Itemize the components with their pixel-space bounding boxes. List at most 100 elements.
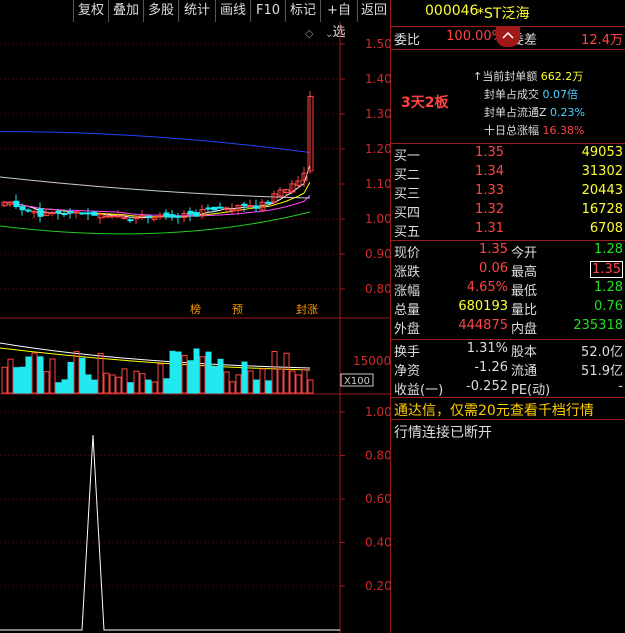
- candle-body: [67, 210, 74, 214]
- fund-value: 51.9亿: [581, 364, 623, 379]
- quote-value: 235318: [573, 318, 623, 333]
- volume-bar: [139, 373, 146, 394]
- candle-body: [163, 212, 170, 218]
- add-watchlist-button[interactable]: +自选: [320, 0, 357, 40]
- event-marker[interactable]: 封涨: [296, 302, 318, 316]
- volume-bar: [241, 361, 248, 394]
- quote-label: 总量: [394, 303, 421, 318]
- draw-line-button[interactable]: 画线: [215, 0, 250, 22]
- weicha-value: 12.4万: [581, 33, 623, 48]
- price-tick-label: 1.30: [365, 107, 390, 121]
- volume-bar: [73, 351, 80, 394]
- chevron-down-icon[interactable]: ⌄: [325, 29, 333, 40]
- ad-banner[interactable]: 通达信，仅需20元查看千档行情: [394, 400, 594, 420]
- fund-label: 流通: [511, 364, 538, 379]
- volume-bar: [121, 368, 128, 394]
- bid-row[interactable]: 买五 1.31 6708: [391, 221, 625, 241]
- volume-bar: [145, 379, 152, 394]
- volume-bar: [133, 370, 140, 394]
- back-button[interactable]: 返回: [357, 0, 390, 22]
- event-marker[interactable]: 预: [232, 303, 243, 316]
- candle-body: [139, 214, 146, 217]
- bid-volume: 31302: [581, 164, 623, 179]
- statistics-button[interactable]: 统计: [178, 0, 215, 22]
- ma-line: [0, 176, 311, 199]
- bid-price: 1.34: [475, 164, 504, 179]
- weibi-label: 委比: [394, 33, 421, 48]
- candle-body: [133, 217, 140, 220]
- stock-code: 000046: [425, 3, 479, 19]
- bid-row[interactable]: 买三 1.33 20443: [391, 183, 625, 203]
- volume-bar: [151, 381, 158, 394]
- candle-body: [127, 219, 134, 222]
- candle-body: [19, 206, 26, 211]
- volume-unit-label: X100: [344, 376, 370, 387]
- volume-bar: [25, 356, 32, 394]
- candle-body: [91, 211, 98, 216]
- seal-info: ↑当前封单额 662.2万 封单占成交 0.07倍 封单占流通Z 0.23% 十…: [473, 68, 585, 140]
- price-tick-label: 1.00: [365, 212, 390, 226]
- volume-bar: [295, 374, 302, 394]
- candle-body: [241, 203, 248, 206]
- volume-bar: [55, 382, 62, 394]
- candle-body: [253, 205, 260, 209]
- overlay-button[interactable]: 叠加: [108, 0, 143, 22]
- volume-bar: [103, 372, 110, 394]
- diamond-icon[interactable]: ◇: [305, 27, 314, 40]
- collapse-handle[interactable]: [496, 27, 520, 47]
- candle-body: [187, 210, 194, 215]
- quote-row: 涨跌 0.06 最高 1.35: [391, 261, 625, 281]
- candle-body: [121, 217, 128, 220]
- bid-row[interactable]: 买一 1.35 49053: [391, 145, 625, 165]
- f10-button[interactable]: F10: [250, 0, 285, 22]
- quote-value: 1.35: [479, 242, 508, 257]
- fund-value: -0.252: [466, 379, 508, 394]
- fund-row: 净资 -1.26 流通 51.9亿: [391, 360, 625, 380]
- quote-value: 1.35: [590, 261, 623, 278]
- volume-bar: [259, 368, 266, 394]
- quote-label: 外盘: [394, 322, 421, 337]
- fund-value: 1.31%: [466, 341, 508, 356]
- candle-body: [103, 215, 110, 218]
- candle-body: [85, 212, 92, 215]
- quote-value: 4.65%: [466, 280, 508, 295]
- seal-row: 十日总涨幅 16.38%: [484, 124, 585, 137]
- fuquan-button[interactable]: 复权: [73, 0, 108, 22]
- candle-body: [229, 209, 236, 212]
- volume-bar: [283, 352, 290, 394]
- volume-bar: [19, 366, 26, 394]
- volume-bar: [175, 351, 182, 394]
- candle-body: [169, 214, 176, 218]
- stock-title: 000046 *ST泛海: [391, 3, 625, 25]
- mark-button[interactable]: 标记: [285, 0, 320, 22]
- fund-label: 换手: [394, 345, 421, 360]
- volume-tick-label: 15000: [353, 354, 390, 368]
- candle-body: [265, 201, 272, 204]
- multi-stock-button[interactable]: 多股: [143, 0, 178, 22]
- candle-body: [175, 215, 182, 218]
- event-marker[interactable]: 榜: [190, 302, 201, 316]
- quote-label: 涨幅: [394, 284, 421, 299]
- bid-row[interactable]: 买四 1.32 16728: [391, 202, 625, 222]
- candle-body: [145, 215, 152, 218]
- price-tick-label: 1.20: [365, 142, 390, 156]
- candle-body: [37, 208, 44, 217]
- ma-line: [0, 131, 311, 153]
- fund-label: 股本: [511, 345, 538, 360]
- seal-row: 封单占流通Z 0.23%: [484, 106, 585, 119]
- fund-value: 52.0亿: [581, 345, 623, 360]
- quote-label: 最高: [511, 265, 538, 280]
- kline-chart[interactable]: 1.50 1.40 1.30 1.20 1.10 1.00 0.90 0.80 ◇ ⌄ 15000 X…: [0, 22, 390, 633]
- volume-bar: [67, 361, 74, 394]
- volume-bar: [79, 357, 86, 394]
- bid-volume: 6708: [589, 221, 623, 236]
- volume-bar: [277, 368, 284, 394]
- quote-label: 量比: [511, 303, 538, 318]
- volume-bar: [235, 374, 242, 394]
- candle-body: [61, 213, 68, 216]
- bid-row[interactable]: 买二 1.34 31302: [391, 164, 625, 184]
- volume-bar: [157, 363, 164, 394]
- volume-bar: [115, 376, 122, 394]
- quote-value: 0.06: [479, 261, 508, 276]
- fund-value: -: [618, 379, 623, 394]
